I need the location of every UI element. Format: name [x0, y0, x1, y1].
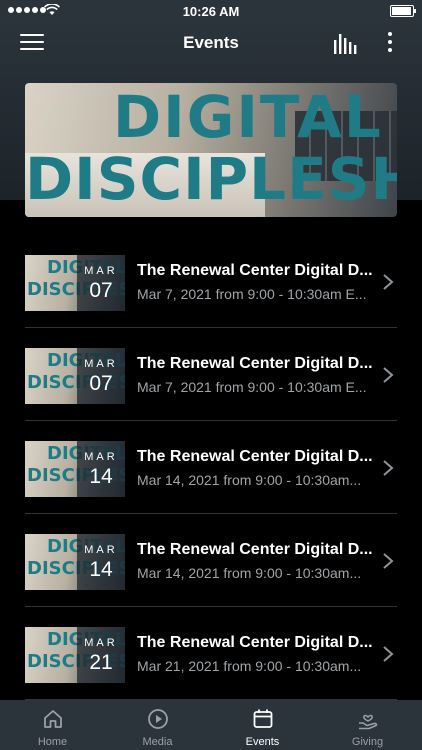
event-subtitle: Mar 14, 2021 from 9:00 - 10:30am... — [137, 565, 362, 581]
more-vertical-icon[interactable] — [386, 32, 394, 56]
tab-label: Giving — [351, 736, 384, 748]
event-thumbnail: DIGITAL DISCIPLESHIP MAR 14 — [25, 534, 125, 590]
home-icon — [44, 710, 62, 728]
event-title: The Renewal Center Digital D... — [137, 262, 373, 279]
event-day: 14 — [89, 465, 113, 488]
chevron-right-icon — [383, 460, 394, 476]
event-title: The Renewal Center Digital D... — [137, 541, 373, 558]
event-title: The Renewal Center Digital D... — [137, 634, 373, 651]
date-badge: MAR 21 — [77, 627, 125, 683]
status-bar: 10:26 AM — [0, 0, 422, 22]
giving-hand-icon — [359, 714, 378, 730]
event-subtitle: Mar 21, 2021 from 9:00 - 10:30am... — [137, 658, 362, 674]
date-badge: MAR 14 — [77, 534, 125, 590]
event-row[interactable]: DIGITAL DISCIPLESHIP MAR 07 The Renewal … — [0, 328, 422, 421]
event-subtitle: Mar 7, 2021 from 9:00 - 10:30am E... — [137, 379, 367, 395]
tab-events[interactable]: Events — [210, 700, 315, 750]
event-thumbnail: DIGITAL DISCIPLESHIP MAR 07 — [25, 255, 125, 311]
banner-text-line1: DIGITAL — [113, 83, 383, 151]
event-thumbnail: DIGITAL DISCIPLESHIP MAR 07 — [25, 348, 125, 404]
event-row[interactable]: DIGITAL DISCIPLESHIP MAR 14 The Renewal … — [0, 514, 422, 607]
event-month: MAR — [84, 451, 118, 463]
nav-bar: Events — [0, 22, 422, 66]
event-title: The Renewal Center Digital D... — [137, 355, 373, 372]
event-subtitle: Mar 14, 2021 from 9:00 - 10:30am... — [137, 472, 362, 488]
chevron-right-icon — [383, 553, 394, 569]
date-badge: MAR 07 — [77, 348, 125, 404]
featured-banner[interactable]: DIGITAL DISCIPLESHIP — [25, 83, 397, 217]
chevron-right-icon — [383, 274, 394, 290]
event-row[interactable]: DIGITAL DISCIPLESHIP MAR 07 The Renewal … — [0, 235, 422, 328]
page-title: Events — [183, 33, 239, 52]
event-day: 14 — [89, 558, 113, 581]
event-month: MAR — [84, 544, 118, 556]
event-day: 07 — [89, 372, 113, 395]
event-row[interactable]: DIGITAL DISCIPLESHIP MAR 21 The Renewal … — [0, 607, 422, 700]
banner-text-line2: DISCIPLESHIP — [25, 145, 397, 213]
date-badge: MAR 07 — [77, 255, 125, 311]
event-thumbnail: DIGITAL DISCIPLESHIP MAR 21 — [25, 627, 125, 683]
event-day: 21 — [89, 651, 113, 674]
status-time: 10:26 AM — [182, 4, 240, 19]
battery-icon — [390, 5, 416, 17]
tab-home[interactable]: Home — [0, 700, 105, 750]
calendar-icon — [253, 709, 273, 728]
tab-bar: Home Media Events Giving — [0, 700, 422, 750]
event-month: MAR — [84, 358, 118, 370]
tab-media[interactable]: Media — [105, 700, 210, 750]
tab-label: Media — [142, 736, 173, 748]
date-badge: MAR 14 — [77, 441, 125, 497]
event-row[interactable]: DIGITAL DISCIPLESHIP MAR 14 The Renewal … — [0, 421, 422, 514]
event-thumbnail: DIGITAL DISCIPLESHIP MAR 14 — [25, 441, 125, 497]
chevron-right-icon — [383, 367, 394, 383]
chevron-right-icon — [383, 646, 394, 662]
event-title: The Renewal Center Digital D... — [137, 448, 373, 465]
tab-label: Events — [245, 736, 280, 748]
audio-bars-icon[interactable] — [333, 34, 357, 54]
event-subtitle: Mar 7, 2021 from 9:00 - 10:30am E... — [137, 286, 367, 302]
event-day: 07 — [89, 279, 113, 302]
event-list: DIGITAL DISCIPLESHIP MAR 07 The Renewal … — [0, 235, 422, 700]
event-month: MAR — [84, 265, 118, 277]
tab-label: Home — [37, 736, 68, 748]
tab-giving[interactable]: Giving — [315, 700, 420, 750]
event-month: MAR — [84, 637, 118, 649]
play-icon — [148, 709, 168, 729]
